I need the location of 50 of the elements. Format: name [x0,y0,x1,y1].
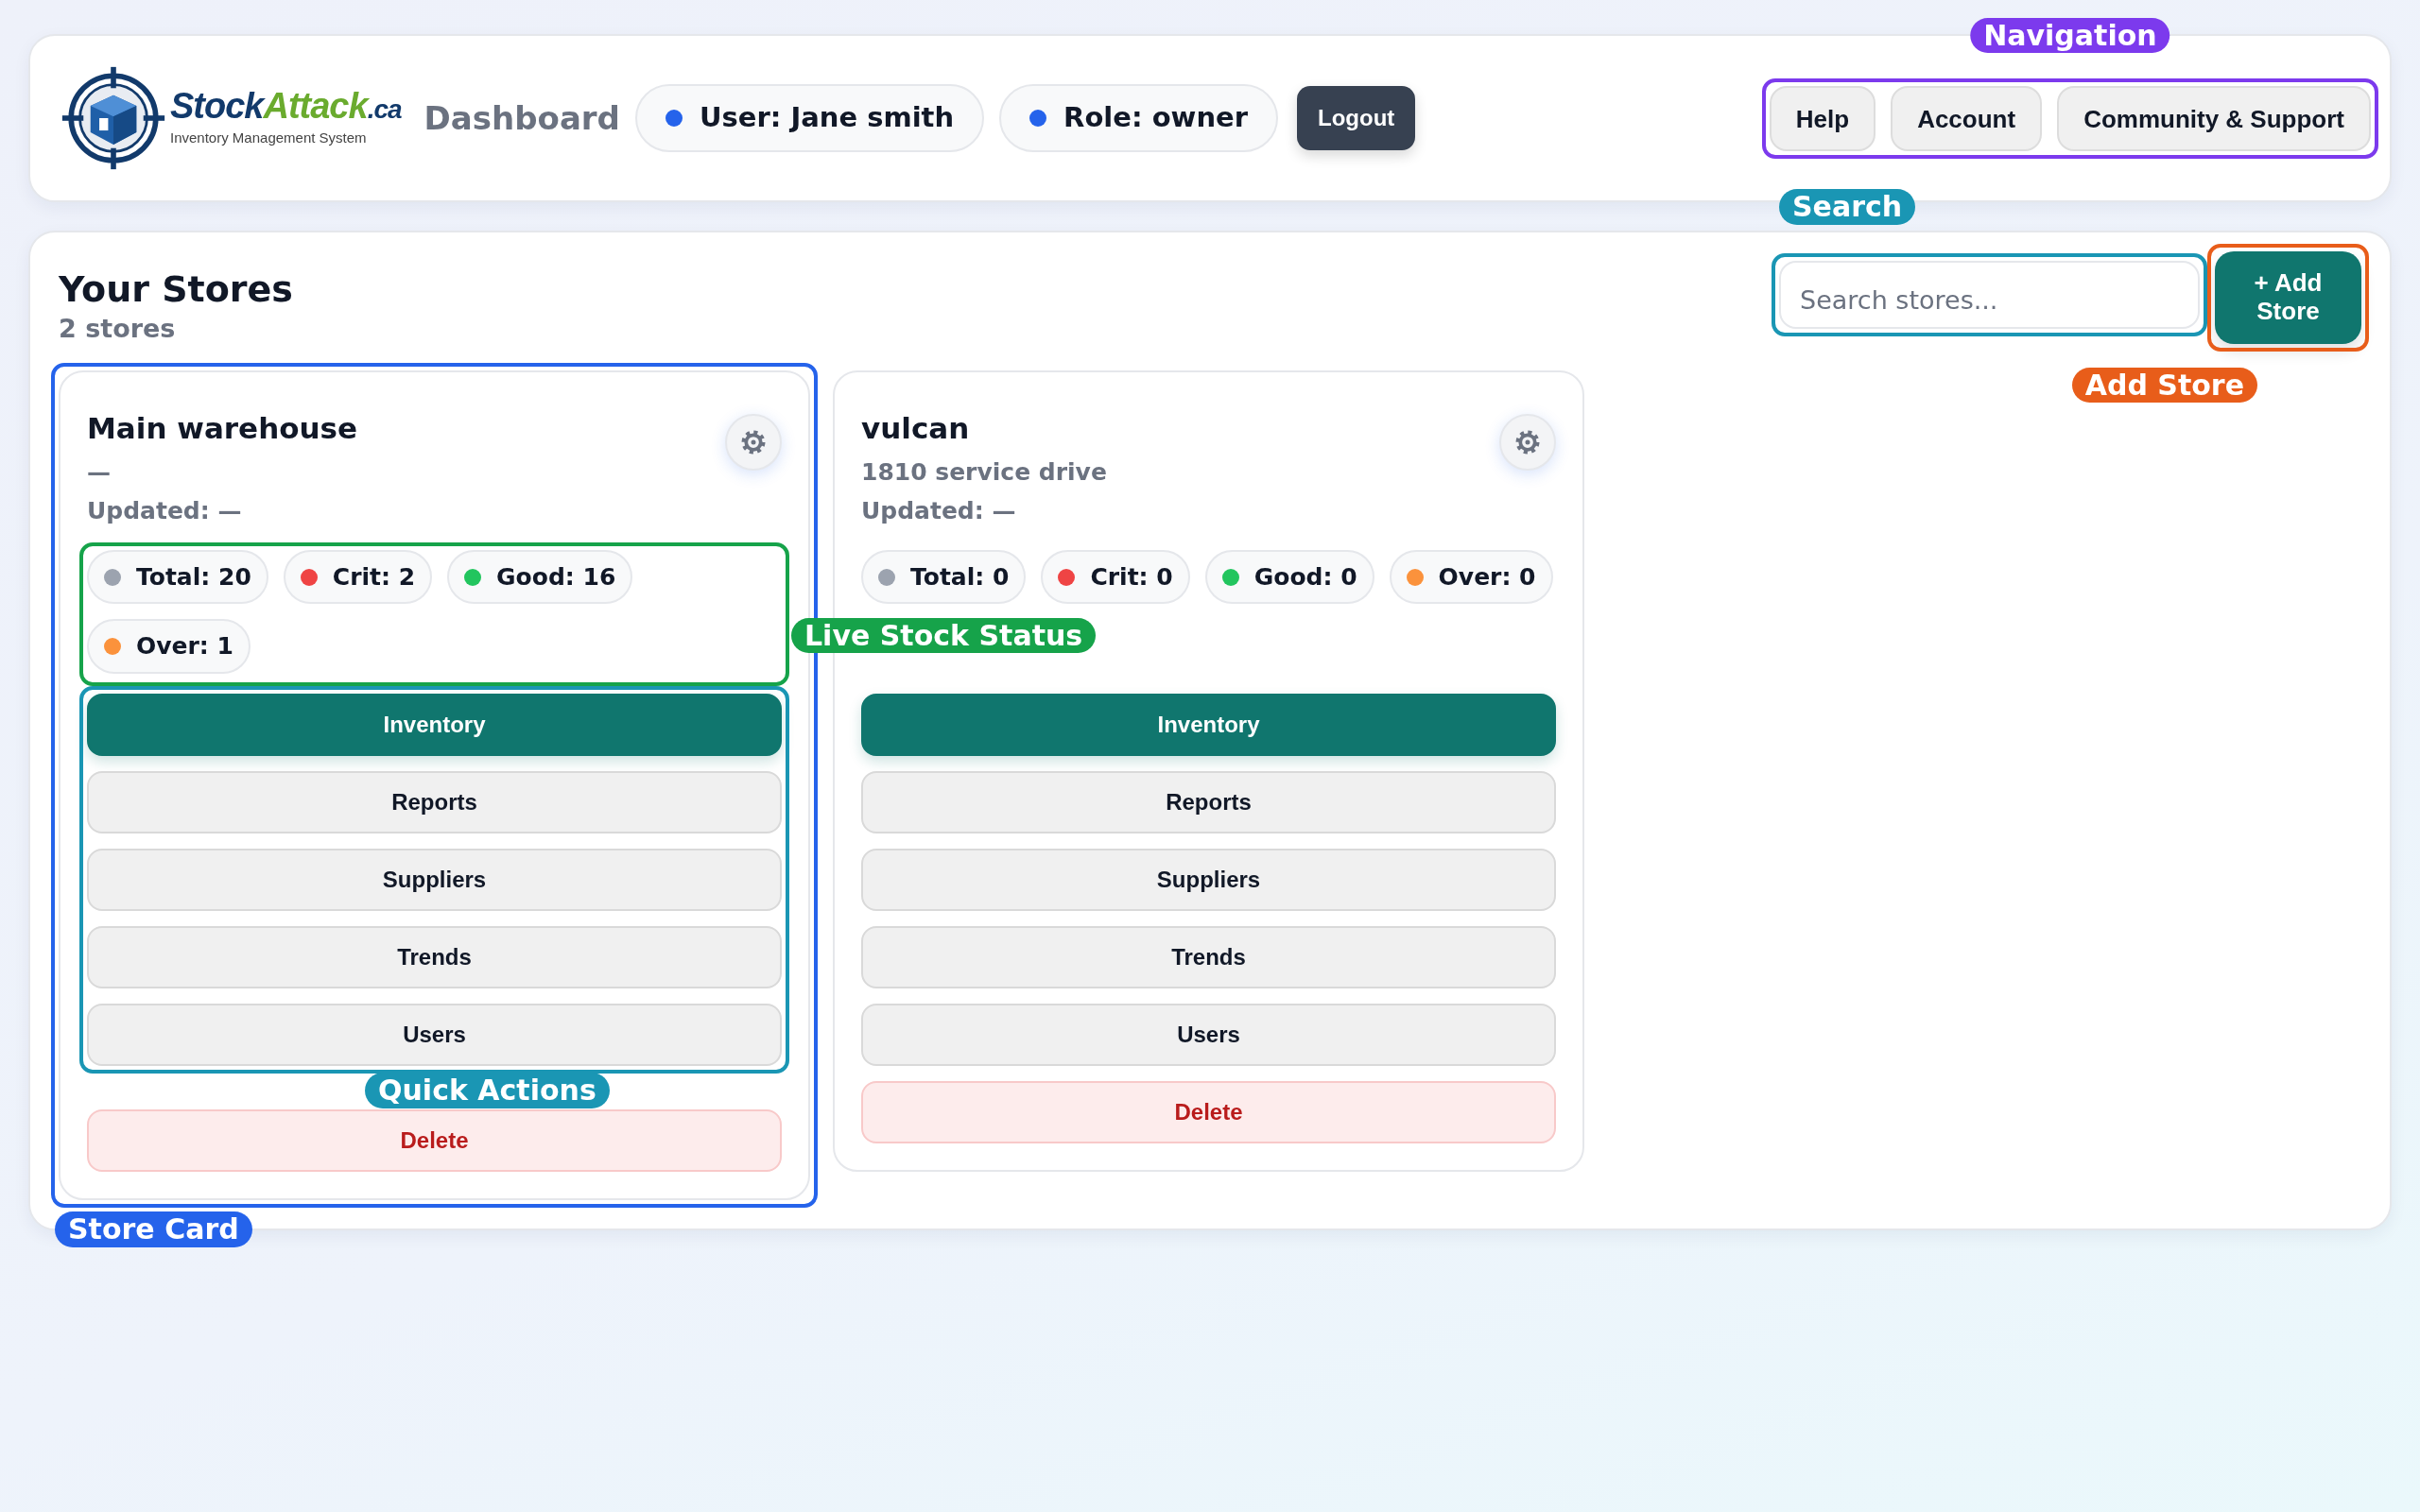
callout-label: Quick Actions [365,1073,610,1108]
stat-text: Crit: 0 [1090,561,1173,593]
stat-text: Good: 16 [496,561,616,593]
action-button[interactable]: Trends [861,925,1556,988]
callout-label: Live Stock Status [791,617,1097,654]
search-field[interactable]: Search stores... [1779,261,2200,329]
section-title: Your Stores [59,270,293,310]
settings-button[interactable] [1499,414,1556,472]
store-name: Main warehouse [87,410,358,448]
updated-text: Updated: — [87,496,243,527]
pill-text: User: Jane smith [699,100,955,136]
store-address: — [87,456,112,488]
store-count: 2 stores [59,312,177,345]
pill-text: Role: owner [1063,100,1248,136]
stat-text: Crit: 2 [332,561,416,593]
status-dot [665,110,683,127]
store-name: vulcan [861,410,971,448]
settings-button[interactable] [725,414,782,472]
callout-label: Store Card [55,1211,252,1247]
action-button[interactable]: Reports [861,770,1556,833]
action-button[interactable]: Suppliers [861,848,1556,911]
stat-text: Over: 0 [1438,561,1536,593]
callout-label: Add Store [2071,367,2257,403]
callout-label: Search [1779,189,1916,225]
store-address: 1810 service drive [861,456,1107,488]
action-button[interactable]: Suppliers [87,848,782,911]
delete-button[interactable]: Delete [87,1108,782,1172]
action-button[interactable]: Reports [87,770,782,833]
status-dot [1029,110,1047,127]
logo-wordmark: StockAttack.ca [170,87,402,124]
action-button[interactable]: Inventory [87,693,782,756]
stat-text: Total: 20 [136,561,251,593]
logo-icon [60,65,166,171]
page-title: Dashboard [424,97,620,139]
nav-button[interactable]: Account [1891,85,2043,151]
action-button[interactable]: Users [87,1003,782,1066]
nav-button[interactable]: Help [1769,85,1876,151]
stat-text: Good: 0 [1253,561,1357,593]
updated-text: Updated: — [861,496,1017,527]
stat-text: Over: 1 [136,631,233,662]
action-button[interactable]: Trends [87,925,782,988]
stat-text: Total: 0 [910,561,1010,593]
logo-tagline: Inventory Management System [170,128,368,147]
add-store-button[interactable]: + Add Store [2215,251,2361,344]
callout-label: Navigation [1970,17,2170,53]
action-button[interactable]: Users [861,1003,1556,1066]
action-button[interactable]: Inventory [861,693,1556,756]
logout-button[interactable]: Logout [1297,86,1416,150]
nav-button[interactable]: Community & Support [2057,85,2371,151]
delete-button[interactable]: Delete [861,1080,1556,1143]
